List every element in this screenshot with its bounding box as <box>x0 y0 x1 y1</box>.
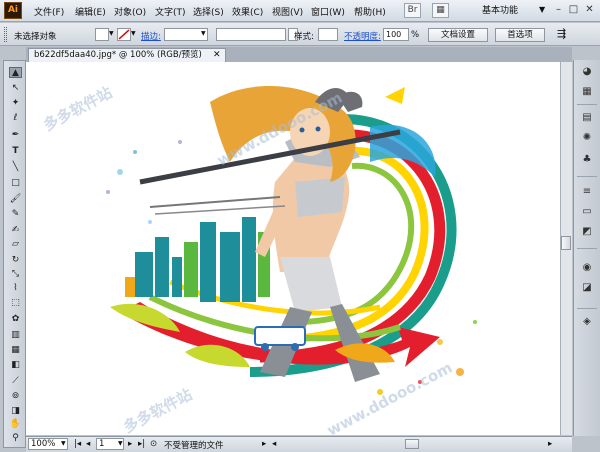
color-guide-icon[interactable]: ▦ <box>578 84 596 100</box>
stroke-icon[interactable]: ≡ <box>578 184 596 200</box>
menu-select[interactable]: 选择(S) <box>193 5 224 18</box>
appearance-icon[interactable]: ◉ <box>578 260 596 276</box>
transparency-icon[interactable]: ◩ <box>578 224 596 240</box>
opacity-field[interactable]: 100 <box>383 28 409 41</box>
swatches-icon[interactable]: ▤ <box>578 110 596 126</box>
next-artboard-icon[interactable]: ▸ <box>128 439 132 449</box>
previous-artboard-icon[interactable]: ◂ <box>86 439 90 449</box>
magic-wand-tool-icon[interactable]: ✦ <box>9 98 22 109</box>
stroke-label[interactable]: 描边: <box>141 30 161 42</box>
column-graph-tool-icon[interactable]: ▥ <box>9 330 22 341</box>
workspace-switcher[interactable]: 基本功能 <box>482 4 547 18</box>
app-logo: Ai <box>4 2 22 19</box>
drag-handle[interactable] <box>4 27 7 42</box>
reveal-icon[interactable]: ⊙ <box>150 439 157 449</box>
horizontal-scroll-thumb[interactable] <box>405 439 419 449</box>
stroke-swatch[interactable] <box>117 28 131 41</box>
close-icon[interactable]: ✕ <box>582 3 597 17</box>
paintbrush-tool-icon[interactable]: 🖌 <box>9 194 22 205</box>
chevron-down-icon[interactable]: ▼ <box>539 5 545 14</box>
chevron-down-icon[interactable]: ▼ <box>61 440 66 447</box>
arrange-documents-icon[interactable]: ▦ <box>432 3 449 18</box>
menu-effect[interactable]: 效果(C) <box>232 5 263 18</box>
selection-tool-icon[interactable]: ▲ <box>9 67 22 78</box>
tools-panel: ▲ ↖ ✦ ℓ ✒ T ╲ □ 🖌 ✎ ✍ ▱ ↻ ⤡ ⌇ ⬚ ✿ ▥ ▦ ◧ … <box>3 60 26 448</box>
vertical-scroll-thumb[interactable] <box>561 236 571 250</box>
status-info: 不受管理的文件 <box>164 441 224 451</box>
scroll-left-icon[interactable]: ◂ <box>272 439 276 449</box>
chevron-down-icon[interactable]: ▼ <box>118 440 123 447</box>
menu-edit[interactable]: 编辑(E) <box>75 5 106 18</box>
style-swatch[interactable] <box>318 28 338 41</box>
brushes-icon[interactable]: ✺ <box>578 130 596 146</box>
panel-divider <box>577 308 597 309</box>
free-transform-tool-icon[interactable]: ⬚ <box>9 298 22 309</box>
blob-brush-tool-icon[interactable]: ✍ <box>9 225 22 236</box>
line-tool-icon[interactable]: ╲ <box>9 162 22 173</box>
live-paint-tool-icon[interactable]: ◨ <box>9 406 22 417</box>
first-artboard-icon[interactable]: |◂ <box>74 439 81 449</box>
panel-divider <box>577 248 597 249</box>
panel-menu-icon[interactable]: ⇶ <box>557 27 566 40</box>
scroll-right-icon[interactable]: ▸ <box>548 439 552 449</box>
selection-label: 未选择对象 <box>14 32 57 42</box>
opacity-label[interactable]: 不透明度: <box>344 30 381 42</box>
menu-object[interactable]: 对象(O) <box>114 5 146 18</box>
rotate-tool-icon[interactable]: ↻ <box>9 255 22 266</box>
panel-dock: ◕ ▦ ▤ ✺ ♣ ≡ ▭ ◩ ◉ ◪ ◈ <box>573 60 600 436</box>
maximize-icon[interactable]: □ <box>566 3 581 17</box>
bridge-icon[interactable]: Br <box>404 3 421 18</box>
no-stroke-icon <box>118 29 130 40</box>
menu-window[interactable]: 窗口(W) <box>311 5 345 18</box>
direct-selection-tool-icon[interactable]: ↖ <box>9 83 22 94</box>
menu-type[interactable]: 文字(T) <box>155 5 186 18</box>
pen-tool-icon[interactable]: ✒ <box>9 130 22 141</box>
scale-tool-icon[interactable]: ⤡ <box>9 269 22 280</box>
menu-bar: Ai 文件(F) 编辑(E) 对象(O) 文字(T) 选择(S) 效果(C) 视… <box>0 0 600 22</box>
preferences-button[interactable]: 首选项 <box>495 28 545 42</box>
blend-tool-icon[interactable]: ⊚ <box>9 391 22 402</box>
symbols-icon[interactable]: ♣ <box>578 152 596 168</box>
document-tab[interactable]: b622df5daa40.jpg* @ 100% (RGB/预览) ✕ <box>28 48 226 62</box>
last-artboard-icon[interactable]: ▸| <box>138 439 145 449</box>
gradient-icon[interactable]: ▭ <box>578 204 596 220</box>
symbol-sprayer-tool-icon[interactable]: ✿ <box>9 314 22 325</box>
hand-tool-icon[interactable]: ✋ <box>9 419 22 430</box>
opacity-unit: % <box>411 30 420 40</box>
variable-width-field[interactable] <box>216 28 286 41</box>
warp-tool-icon[interactable]: ⌇ <box>9 283 22 294</box>
document-setup-button[interactable]: 文档设置 <box>428 28 488 42</box>
type-tool-icon[interactable]: T <box>9 146 22 157</box>
lasso-tool-icon[interactable]: ℓ <box>9 113 22 124</box>
fill-swatch[interactable] <box>95 28 109 41</box>
zoom-tool-icon[interactable]: ⚲ <box>9 433 22 444</box>
mesh-tool-icon[interactable]: ▦ <box>9 345 22 356</box>
close-tab-icon[interactable]: ✕ <box>213 49 221 62</box>
chevron-down-icon[interactable]: ▼ <box>109 30 114 37</box>
chevron-down-icon[interactable]: ▼ <box>131 30 136 37</box>
gradient-tool-icon[interactable]: ◧ <box>9 360 22 371</box>
eyedropper-tool-icon[interactable]: ⟋ <box>9 376 22 387</box>
layers-icon[interactable]: ◈ <box>578 314 596 330</box>
rectangle-tool-icon[interactable]: □ <box>9 178 22 189</box>
chevron-down-icon[interactable]: ▼ <box>201 30 206 37</box>
menu-file[interactable]: 文件(F) <box>34 5 64 18</box>
minimize-icon[interactable]: – <box>551 3 566 17</box>
menu-help[interactable]: 帮助(H) <box>354 5 386 18</box>
pencil-tool-icon[interactable]: ✎ <box>9 209 22 220</box>
panel-divider <box>577 176 597 177</box>
color-icon[interactable]: ◕ <box>578 64 596 80</box>
eraser-tool-icon[interactable]: ▱ <box>9 239 22 250</box>
style-label: 样式: <box>294 32 314 42</box>
menu-view[interactable]: 视图(V) <box>272 5 303 18</box>
graphic-styles-icon[interactable]: ◪ <box>578 280 596 296</box>
panel-divider <box>577 104 597 105</box>
status-menu-icon[interactable]: ▸ <box>262 439 266 449</box>
document-tab-title: b622df5daa40.jpg* @ 100% (RGB/预览) <box>34 50 202 60</box>
